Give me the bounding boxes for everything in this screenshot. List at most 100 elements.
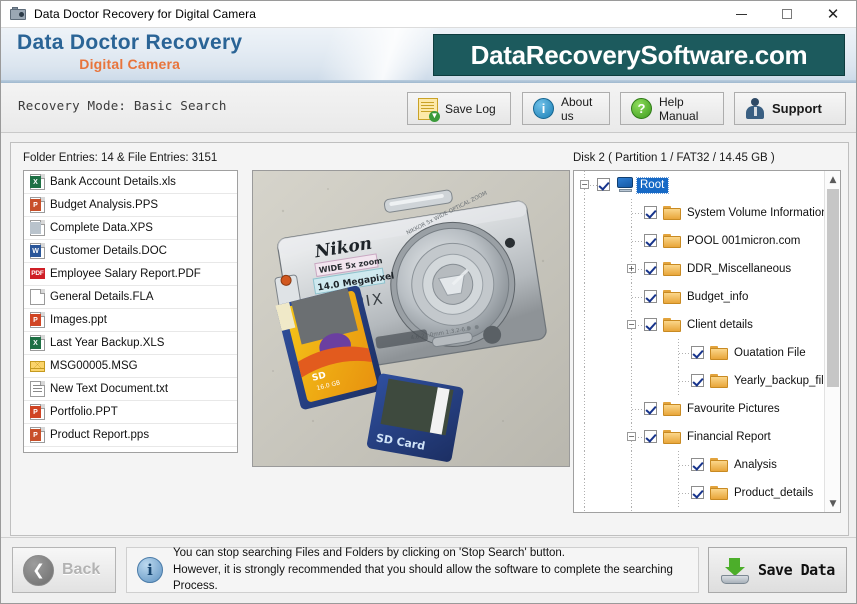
collapse-node-icon[interactable]: −	[627, 320, 636, 329]
tree-node[interactable]: − Client details	[574, 311, 824, 339]
folder-icon	[710, 374, 728, 388]
maximize-button[interactable]	[764, 1, 810, 28]
tree-guide-line	[679, 381, 690, 382]
recovered-file-list[interactable]: XBank Account Details.xlsPBudget Analysi…	[23, 170, 238, 453]
tree-node-checkbox[interactable]	[644, 290, 657, 303]
doc-file-icon: W	[30, 243, 45, 259]
tree-guide-line	[584, 507, 585, 513]
tree-node[interactable]: POOL 001micron.com	[574, 227, 824, 255]
file-list-item[interactable]: New Text Document.txt	[24, 378, 237, 401]
pdf-file-icon: PDF	[30, 266, 45, 282]
tree-node-label[interactable]: DDR_Miscellaneous	[687, 263, 791, 275]
tree-guide-line	[584, 255, 585, 283]
tree-guide-line	[584, 479, 585, 507]
tree-node[interactable]: Yearly_backup_file	[574, 367, 824, 395]
tree-node[interactable]: + DDR_Miscellaneous	[574, 255, 824, 283]
tree-node-label[interactable]: Product_details	[734, 487, 813, 499]
folder-icon	[710, 458, 728, 472]
tree-node-checkbox[interactable]	[644, 402, 657, 415]
file-list-item[interactable]: MSG00005.MSG	[24, 355, 237, 378]
toolbar: Recovery Mode: Basic Search ▼ Save Log i…	[1, 83, 856, 133]
save-log-button[interactable]: ▼ Save Log	[407, 92, 511, 125]
file-name: Customer Details.DOC	[50, 245, 167, 257]
tree-guide-line	[584, 283, 585, 311]
tree-node[interactable]: Ouatation File	[574, 339, 824, 367]
tree-node-checkbox[interactable]	[691, 346, 704, 359]
collapse-node-icon[interactable]: −	[580, 180, 589, 189]
file-list-item[interactable]: PPortfolio.PPT	[24, 401, 237, 424]
xps-file-icon	[30, 220, 45, 236]
scrollbar-thumb[interactable]	[827, 189, 839, 387]
website-banner-label: DataRecoverySoftware.com	[471, 40, 808, 71]
tree-node[interactable]: Budget_info	[574, 283, 824, 311]
file-list-item[interactable]: XLast Year Backup.XLS	[24, 332, 237, 355]
file-list-item[interactable]: Complete Data.XPS	[24, 217, 237, 240]
help-manual-label: Help Manual	[659, 95, 713, 123]
expand-node-icon[interactable]: +	[627, 264, 636, 273]
about-us-button[interactable]: i About us	[522, 92, 610, 125]
file-name: MSG00005.MSG	[50, 360, 138, 372]
file-list-item[interactable]: XBank Account Details.xls	[24, 171, 237, 194]
tree-node-checkbox[interactable]	[644, 262, 657, 275]
save-data-label: Save Data	[758, 561, 835, 579]
tree-node-checkbox[interactable]	[644, 206, 657, 219]
tree-node[interactable]: General_document	[574, 507, 824, 513]
minimize-button[interactable]	[718, 1, 764, 28]
file-list-item[interactable]: PProduct Report.pps	[24, 424, 237, 447]
tree-node-label[interactable]: Ouatation File	[734, 347, 806, 359]
file-list-item[interactable]: General Details.FLA	[24, 286, 237, 309]
tree-node-checkbox[interactable]	[644, 234, 657, 247]
help-manual-button[interactable]: ? Help Manual	[620, 92, 724, 125]
tree-node-label[interactable]: System Volume Information	[687, 207, 828, 219]
file-name: Images.ppt	[50, 314, 107, 326]
save-download-icon	[721, 557, 749, 584]
tree-node-checkbox[interactable]	[691, 458, 704, 471]
back-button[interactable]: ❮ Back	[12, 547, 116, 593]
folder-icon	[663, 318, 681, 332]
file-name: General Details.FLA	[50, 291, 154, 303]
file-list-item[interactable]: W Customer Details.DOC	[24, 240, 237, 263]
file-list-item[interactable]: PImages.ppt	[24, 309, 237, 332]
tree-node-checkbox[interactable]	[691, 486, 704, 499]
info-icon: i	[533, 98, 554, 119]
tree-node-checkbox[interactable]	[644, 430, 657, 443]
tree-node-checkbox[interactable]	[691, 374, 704, 387]
file-list-item[interactable]: PBudget Analysis.PPS	[24, 194, 237, 217]
tree-node-checkbox[interactable]	[597, 178, 610, 191]
scroll-down-icon[interactable]: ▼	[825, 495, 841, 512]
tree-guide-line	[632, 241, 643, 242]
tree-node[interactable]: − Financial Report	[574, 423, 824, 451]
tree-node-label[interactable]: Analysis	[734, 459, 777, 471]
support-button[interactable]: Support	[734, 92, 846, 125]
folder-tree[interactable]: − Root System Volume Information POOL 001mi…	[573, 170, 841, 513]
tree-node-label[interactable]: Financial Report	[687, 431, 771, 443]
tree-scrollbar[interactable]: ▲ ▼	[824, 171, 840, 512]
close-button[interactable]: ✕	[810, 1, 856, 28]
tree-node[interactable]: Product_details	[574, 479, 824, 507]
folder-icon	[710, 486, 728, 500]
tree-node[interactable]: Analysis	[574, 451, 824, 479]
tree-node[interactable]: Favourite Pictures	[574, 395, 824, 423]
txt-file-icon	[30, 381, 45, 397]
bottom-bar: ❮ Back i You can stop searching Files an…	[1, 537, 856, 603]
tree-node-label[interactable]: POOL 001micron.com	[687, 235, 800, 247]
tree-node-label[interactable]: Root	[637, 178, 668, 193]
xls-file-icon: X	[30, 335, 45, 351]
tree-node-label[interactable]: Yearly_backup_file	[734, 375, 830, 387]
website-banner[interactable]: DataRecoverySoftware.com	[433, 34, 845, 76]
collapse-node-icon[interactable]: −	[627, 432, 636, 441]
tree-node-label[interactable]: Favourite Pictures	[687, 403, 780, 415]
tree-node-label[interactable]: Client details	[687, 319, 753, 331]
scroll-up-icon[interactable]: ▲	[825, 171, 841, 188]
tree-node[interactable]: System Volume Information	[574, 199, 824, 227]
tree-node-checkbox[interactable]	[644, 318, 657, 331]
file-list-item[interactable]: PDFEmployee Salary Report.PDF	[24, 263, 237, 286]
tree-guide-line	[584, 339, 585, 367]
save-data-button[interactable]: Save Data	[708, 547, 847, 593]
tree-node-label[interactable]: Budget_info	[687, 291, 748, 303]
tree-node[interactable]: − Root	[574, 171, 824, 199]
file-name: Budget Analysis.PPS	[50, 199, 158, 211]
title-bar: Data Doctor Recovery for Digital Camera …	[1, 1, 856, 28]
save-log-icon: ▼	[418, 98, 438, 120]
brand-subtitle: Digital Camera	[17, 56, 242, 72]
